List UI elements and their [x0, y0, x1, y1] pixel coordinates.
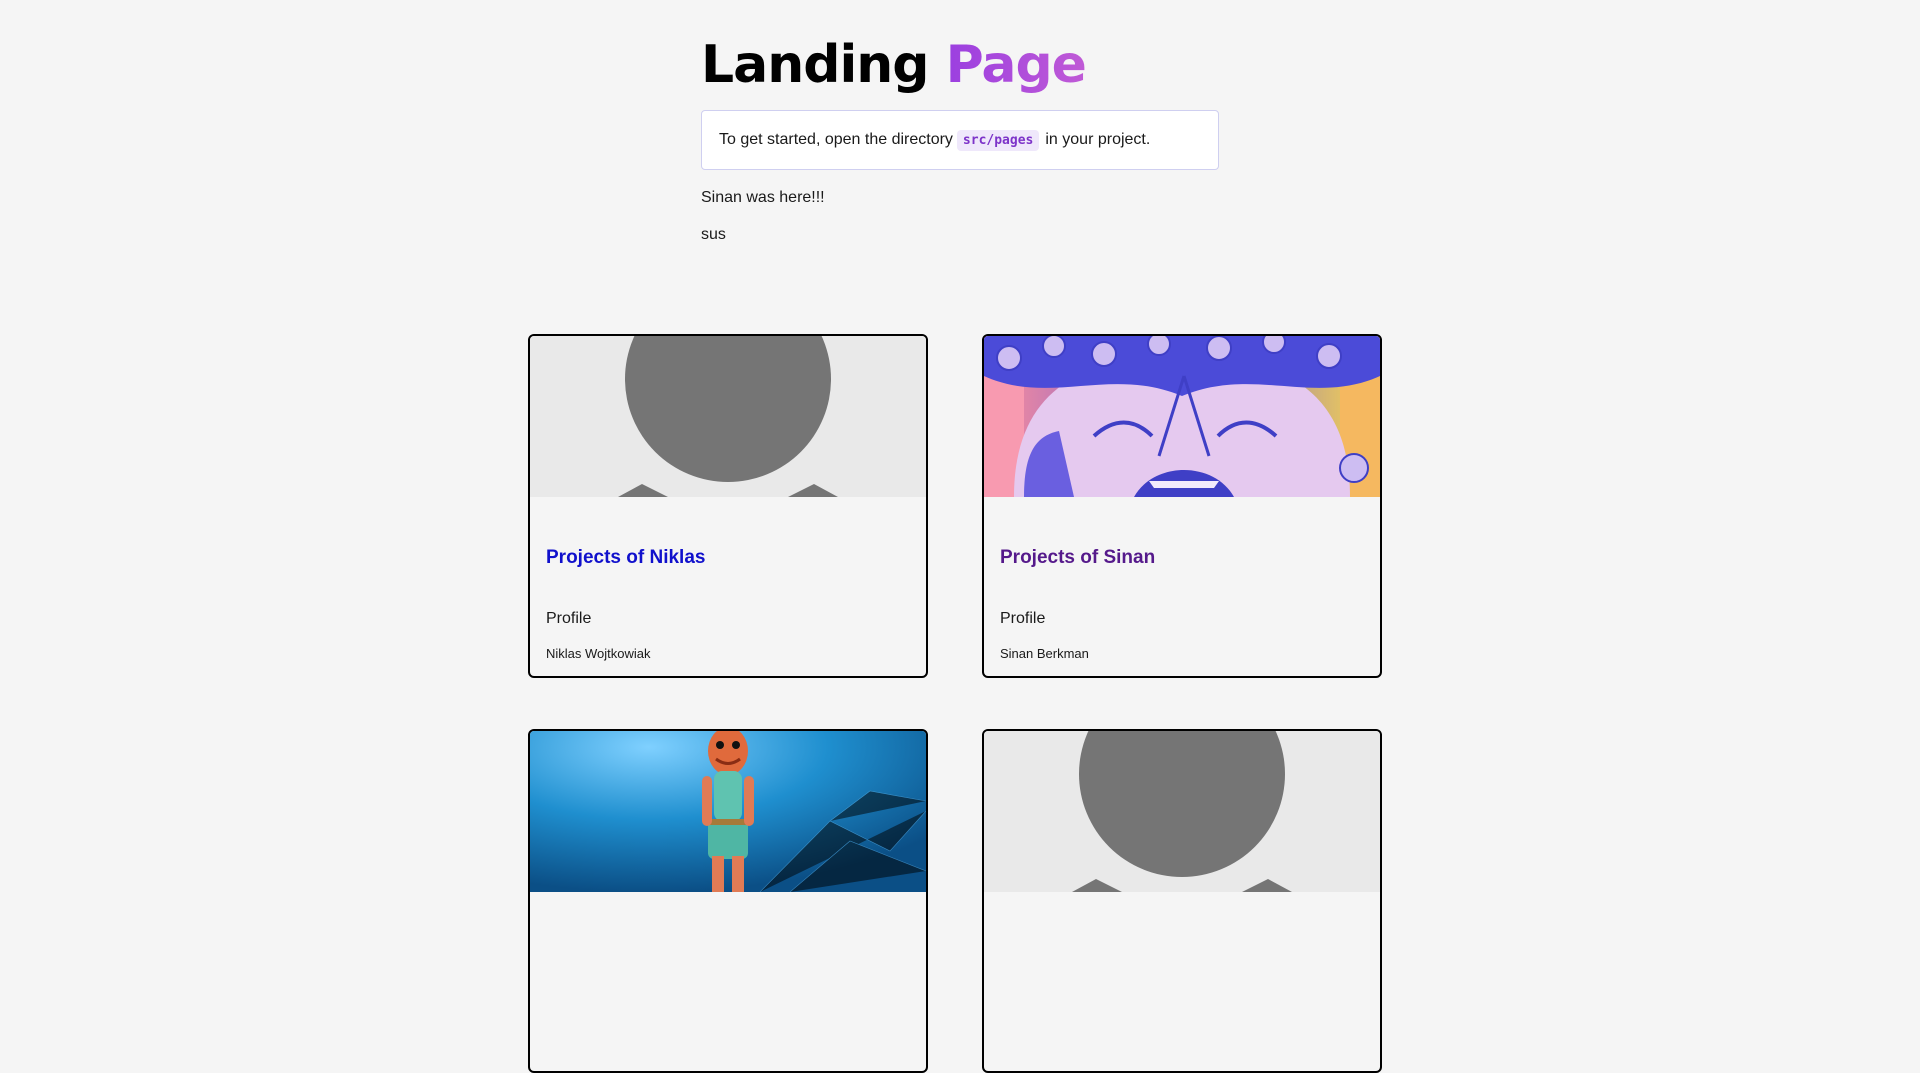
paragraph: Sinan was here!!!	[701, 189, 825, 206]
card-body	[530, 892, 926, 1071]
card-body	[984, 892, 1380, 1071]
instructions-box: To get started, open the directory src/p…	[701, 110, 1219, 170]
paragraph: sus	[701, 226, 726, 243]
card-author: Sinan Berkman	[1000, 646, 1089, 661]
card-title-link[interactable]: Projects of Niklas	[546, 547, 705, 569]
card-body: Projects of Sinan Profile Sinan Berkman	[984, 497, 1380, 676]
card-subtitle: Profile	[1000, 610, 1046, 627]
placeholder-avatar-image	[984, 731, 1380, 892]
title-main: Landing	[701, 35, 930, 95]
profile-card[interactable]	[982, 729, 1382, 1073]
main-content: Landing Page To get started, open the di…	[701, 30, 1219, 245]
instructions-text-end: in your project.	[1045, 131, 1151, 148]
card-author: Niklas Wojtkowiak	[546, 646, 651, 661]
instructions-text: To get started, open the directory	[719, 131, 953, 148]
fishstick-avatar-image	[530, 731, 926, 892]
card-title-link[interactable]: Projects of Sinan	[1000, 547, 1155, 569]
anime-avatar-image	[984, 336, 1380, 497]
profile-card[interactable]: Projects of Niklas Profile Niklas Wojtko…	[528, 334, 928, 678]
profile-card[interactable]	[528, 729, 928, 1073]
profile-card[interactable]: Projects of Sinan Profile Sinan Berkman	[982, 334, 1382, 678]
title-accent: Page	[945, 35, 1087, 95]
card-subtitle: Profile	[546, 610, 592, 627]
code-snippet: src/pages	[956, 129, 1040, 151]
placeholder-avatar-image	[530, 336, 926, 497]
page-title: Landing Page	[701, 30, 1219, 100]
card-body: Projects of Niklas Profile Niklas Wojtko…	[530, 497, 926, 676]
